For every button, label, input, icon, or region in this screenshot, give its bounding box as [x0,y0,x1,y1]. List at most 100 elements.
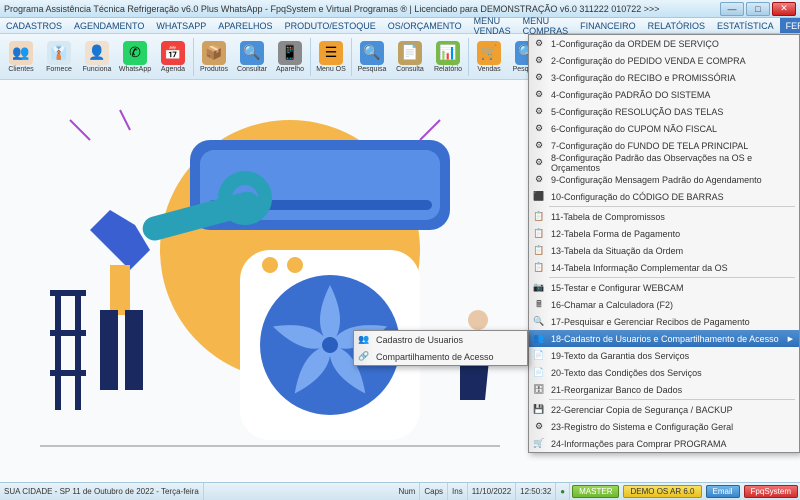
consulta-icon: 📄 [398,41,422,65]
toolbar-vendas[interactable]: 🛒Vendas [470,36,508,78]
dropdown-item-6[interactable]: ⚙6-Configuração do CUPOM NÃO FISCAL [529,120,799,137]
maximize-button[interactable]: □ [746,2,770,16]
menu-whatsapp[interactable]: WHATSAPP [150,18,212,33]
menu-item-icon: ⚙ [532,420,546,434]
menu os-icon: ☰ [319,41,343,65]
window-controls: — □ ✕ [720,2,796,16]
menu-item-icon: ⚙ [532,139,546,153]
dropdown-item-16[interactable]: 🖩16-Chamar a Calculadora (F2) [529,296,799,313]
menu-menucompras[interactable]: MENU COMPRAS [517,18,575,33]
toolbar-aparelho[interactable]: 📱Aparelho [271,36,309,78]
menu-item-icon: 📄 [532,349,546,363]
window-title: Programa Assistência Técnica Refrigeraçã… [4,4,720,14]
toolbar-relatório[interactable]: 📊Relatório [429,36,467,78]
menu-item-icon: 📋 [532,244,546,258]
dropdown-item-23[interactable]: ⚙23-Registro do Sistema e Configuração G… [529,418,799,435]
menu-item-icon: ⚙ [532,122,546,136]
menu-item-icon: 👥 [532,332,546,346]
menu-osoramento[interactable]: OS/ORÇAMENTO [382,18,468,33]
menu-item-icon: 📷 [532,281,546,295]
dropdown-item-8[interactable]: ⚙8-Configuração Padrão das Observações n… [529,154,799,171]
toolbar-agenda[interactable]: 📅Agenda [154,36,192,78]
status-master-button[interactable]: MASTER [572,485,619,498]
menu-item-icon: ⚙ [532,105,546,119]
close-button[interactable]: ✕ [772,2,796,16]
menu-produtoestoque[interactable]: PRODUTO/ESTOQUE [279,18,382,33]
dropdown-item-5[interactable]: ⚙5-Configuração RESOLUÇÃO DAS TELAS [529,103,799,120]
status-brand-button[interactable]: FpqSystem [744,485,798,498]
dropdown-item-12[interactable]: 📋12-Tabela Forma de Pagamento [529,225,799,242]
status-demo-button[interactable]: DEMO OS AR 6.0 [623,485,701,498]
status-date: 11/10/2022 [468,483,516,500]
menu-item-icon: ⚙ [532,88,546,102]
menu-item-icon: 🖩 [532,298,546,312]
toolbar-consultar[interactable]: 🔍Consultar [233,36,271,78]
dropdown-item-4[interactable]: ⚙4-Configuração PADRÃO DO SISTEMA [529,86,799,103]
menu-item-icon: ⬛ [532,190,546,204]
submenu-item-1[interactable]: 👥Cadastro de Usuarios [354,331,527,348]
dropdown-item-21[interactable]: 🗄21-Reorganizar Banco de Dados [529,381,799,398]
fornece-icon: 👔 [47,41,71,65]
menu-estatstica[interactable]: ESTATÍSTICA [711,18,780,33]
status-ins: Ins [448,483,468,500]
menu-item-icon: ⚙ [532,54,546,68]
dropdown-item-11[interactable]: 📋11-Tabela de Compromissos [529,208,799,225]
toolbar-clientes[interactable]: 👥Clientes [2,36,40,78]
dropdown-item-1[interactable]: ⚙1-Configuração da ORDEM DE SERVIÇO [529,35,799,52]
menu-item-icon: 📋 [532,227,546,241]
dropdown-item-2[interactable]: ⚙2-Configuração do PEDIDO VENDA E COMPRA [529,52,799,69]
status-dot: ● [556,483,570,500]
dropdown-item-19[interactable]: 📄19-Texto da Garantia dos Serviços [529,347,799,364]
dropdown-item-9[interactable]: ⚙9-Configuração Mensagem Padrão do Agend… [529,171,799,188]
submenu-item-icon: 👥 [357,333,371,347]
menu-relatrios[interactable]: RELATÓRIOS [642,18,711,33]
toolbar-menu os[interactable]: ☰Menu OS [312,36,350,78]
menu-item-icon: 🔍 [532,315,546,329]
menu-aparelhos[interactable]: APARELHOS [212,18,278,33]
menu-menuvendas[interactable]: MENU VENDAS [468,18,517,33]
toolbar-whatsapp[interactable]: ✆WhatsApp [116,36,154,78]
aparelho-icon: 📱 [278,41,302,65]
dropdown-item-20[interactable]: 📄20-Texto das Condições dos Serviços [529,364,799,381]
toolbar-fornece[interactable]: 👔Fornece [40,36,78,78]
consultar-icon: 🔍 [240,41,264,65]
dropdown-item-3[interactable]: ⚙3-Configuração do RECIBO e PROMISSÓRIA [529,69,799,86]
menu-item-icon: 💾 [532,403,546,417]
dropdown-item-17[interactable]: 🔍17-Pesquisar e Gerenciar Recibos de Pag… [529,313,799,330]
dropdown-item-15[interactable]: 📷15-Testar e Configurar WEBCAM [529,279,799,296]
minimize-button[interactable]: — [720,2,744,16]
submenu-item-2[interactable]: 🔗Compartilhamento de Acesso [354,348,527,365]
status-caps: Caps [420,483,448,500]
dropdown-item-24[interactable]: 🛒24-Informações para Comprar PROGRAMA [529,435,799,452]
menu-item-icon: 📋 [532,210,546,224]
dropdown-item-14[interactable]: 📋14-Tabela Informação Complementar da OS [529,259,799,276]
menu-cadastros[interactable]: CADASTROS [0,18,68,33]
whatsapp-icon: ✆ [123,41,147,65]
toolbar-pesquisa[interactable]: 🔍Pesquisa [353,36,391,78]
menu-ferramentas[interactable]: FERRAMENTAS [780,18,800,33]
toolbar-funciona[interactable]: 👤Funciona [78,36,116,78]
titlebar: Programa Assistência Técnica Refrigeraçã… [0,0,800,18]
menu-item-icon: ⚙ [532,37,546,51]
toolbar-consulta[interactable]: 📄Consulta [391,36,429,78]
funciona-icon: 👤 [85,41,109,65]
dropdown-item-7[interactable]: ⚙7-Configuração do FUNDO DE TELA PRINCIP… [529,137,799,154]
dropdown-item-18[interactable]: 👥18-Cadastro de Usuarios e Compartilhame… [529,330,799,347]
menu-item-icon: ⚙ [532,173,546,187]
submenu-item-icon: 🔗 [357,350,371,364]
menu-item-icon: 🛒 [532,437,546,451]
dropdown-item-10[interactable]: ⬛10-Configuração do CÓDIGO DE BARRAS [529,188,799,205]
pesquisa-icon: 🔍 [360,41,384,65]
menu-item-icon: 🗄 [532,383,546,397]
relatório-icon: 📊 [436,41,460,65]
menu-item-icon: ⚙ [532,156,546,170]
dropdown-item-22[interactable]: 💾22-Gerenciar Copia de Segurança / BACKU… [529,401,799,418]
cadastro-usuarios-submenu: 👥Cadastro de Usuarios🔗Compartilhamento d… [353,330,528,366]
status-location-date: SUA CIDADE - SP 11 de Outubro de 2022 - … [0,483,204,500]
menu-financeiro[interactable]: FINANCEIRO [574,18,642,33]
status-email-button[interactable]: Email [706,485,740,498]
menu-item-icon: 📋 [532,261,546,275]
toolbar-produtos[interactable]: 📦Produtos [195,36,233,78]
dropdown-item-13[interactable]: 📋13-Tabela da Situação da Ordem [529,242,799,259]
menu-agendamento[interactable]: AGENDAMENTO [68,18,150,33]
